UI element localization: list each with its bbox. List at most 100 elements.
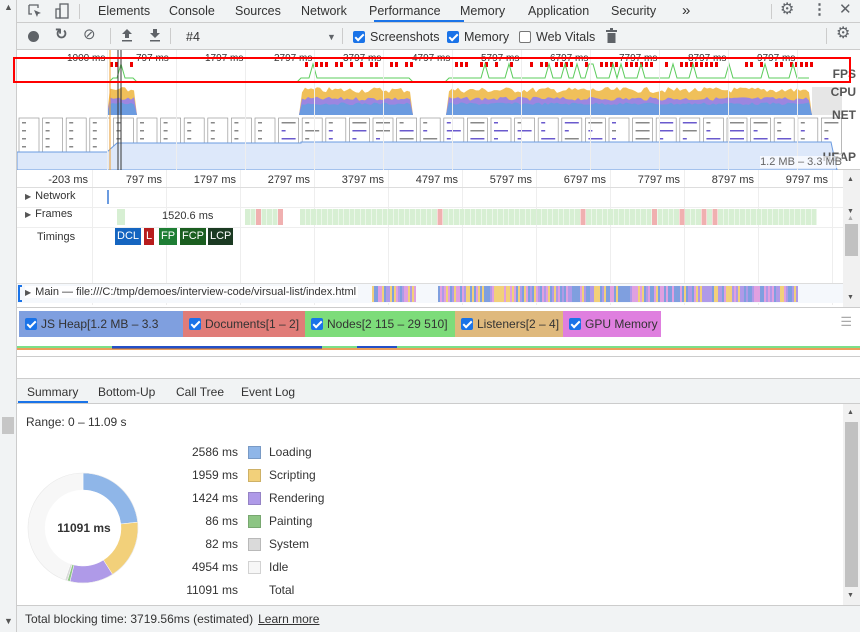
main-task	[584, 286, 586, 302]
frame-bar	[520, 209, 525, 225]
js-heap-checkbox[interactable]	[25, 318, 37, 330]
tab-elements[interactable]: Elements	[98, 4, 150, 18]
learn-more-link[interactable]: Learn more	[258, 612, 319, 626]
network-track[interactable]: ▶ Network	[17, 190, 843, 207]
legend-label: Loading	[269, 445, 312, 459]
main-task	[634, 286, 636, 302]
trash-icon[interactable]	[606, 28, 617, 46]
timing-fcp[interactable]: FCP	[180, 228, 206, 245]
time-tick: 2797 ms	[267, 174, 310, 186]
documents-checkbox[interactable]	[189, 318, 201, 330]
capture-settings-gear-icon[interactable]: ⚙	[836, 26, 850, 42]
expand-triangle-icon[interactable]: ▶	[25, 288, 31, 297]
gutter-scroll-thumb[interactable]	[2, 417, 14, 434]
timing-lcp[interactable]: LCP	[208, 228, 234, 245]
tab-memory[interactable]: Memory	[460, 4, 505, 18]
screenshots-checkbox[interactable]	[353, 31, 365, 43]
frames-track[interactable]: ▶ Frames 1520.6 ms	[17, 207, 843, 227]
more-options-icon[interactable]: ⋮	[812, 2, 827, 17]
timeline-overview[interactable]: 1000 ms 797 ms 1797 ms 2797 ms 3797 ms 4797 m…	[13, 50, 860, 170]
settings-gear-icon[interactable]: ⚙	[780, 2, 794, 18]
timeline-flamechart[interactable]: -203 ms 797 ms 1797 ms 2797 ms 3797 ms 4797 m…	[17, 170, 843, 305]
main-task	[470, 286, 472, 302]
main-task	[516, 286, 518, 302]
frame-bar	[327, 209, 333, 225]
tab-sources[interactable]: Sources	[235, 4, 281, 18]
main-task	[734, 286, 736, 302]
inspect-element-icon[interactable]	[28, 4, 42, 21]
net-label: NET	[832, 108, 856, 122]
main-thread-track[interactable]: ▶ Main — file:///C:/tmp/demoes/interview-…	[17, 283, 843, 303]
frame-bar	[806, 209, 811, 225]
main-task	[696, 286, 698, 302]
tab-application[interactable]: Application	[528, 4, 589, 18]
main-task	[786, 286, 788, 302]
counter-documents[interactable]: Documents[1 – 2]	[183, 311, 305, 337]
timing-dcl[interactable]: DCL	[115, 228, 142, 245]
tab-network[interactable]: Network	[301, 4, 347, 18]
counter-nodes[interactable]: Nodes[2 115 – 29 510]	[305, 311, 455, 337]
recording-select[interactable]: #4	[186, 30, 200, 44]
clear-icon[interactable]: ⊘	[83, 27, 96, 42]
main-task	[540, 286, 542, 302]
timing-fp[interactable]: FP	[159, 228, 178, 245]
memory-checkbox[interactable]	[447, 31, 459, 43]
hamburger-menu-icon[interactable]: ☰	[840, 314, 852, 330]
frame-bar	[580, 209, 586, 225]
total-blocking-time: Total blocking time: 3719.56ms (estimate…	[25, 612, 254, 626]
frame-bar	[377, 209, 382, 225]
frame-bar	[701, 209, 707, 225]
listeners-checkbox[interactable]	[461, 318, 473, 330]
load-profile-icon[interactable]	[121, 28, 133, 45]
frame-bar	[663, 209, 668, 225]
frame-bar	[811, 209, 817, 225]
main-task	[480, 286, 482, 302]
tab-call-tree[interactable]: Call Tree	[176, 385, 224, 399]
scroll-down-icon[interactable]: ▼	[4, 616, 13, 626]
gpu-memory-checkbox[interactable]	[569, 318, 581, 330]
main-task	[688, 286, 690, 302]
legend-row-idle: 4954 ms Idle	[167, 560, 467, 576]
tab-security[interactable]: Security	[611, 4, 656, 18]
counter-listeners[interactable]: Listeners[2 – 4]	[455, 311, 563, 337]
expand-triangle-icon[interactable]: ▶	[25, 192, 31, 201]
main-task	[680, 286, 682, 302]
close-devtools-icon[interactable]: ✕	[839, 2, 852, 17]
counter-gpu-memory[interactable]: GPU Memory	[563, 311, 661, 337]
timeline-scrollbar[interactable]: ▲ ▼ ▲ ▼	[843, 170, 860, 307]
main-task	[530, 286, 532, 302]
counter-js-heap[interactable]: JS Heap[1.2 MB – 3.3 MB]	[19, 311, 183, 357]
frame-bar	[371, 209, 377, 225]
main-task	[716, 286, 718, 302]
tab-summary[interactable]: Summary	[27, 385, 78, 399]
summary-scrollbar[interactable]: ▲ ▼	[843, 404, 860, 605]
frame-bar	[597, 209, 602, 225]
more-tabs-button[interactable]: »	[682, 2, 690, 19]
chevron-down-icon[interactable]: ▼	[327, 30, 336, 44]
tab-bottom-up[interactable]: Bottom-Up	[98, 385, 155, 399]
frame-bar	[432, 209, 437, 225]
status-footer: Total blocking time: 3719.56ms (estimate…	[17, 605, 860, 632]
main-task	[442, 286, 444, 302]
save-profile-icon[interactable]	[149, 28, 161, 45]
main-task	[744, 286, 746, 302]
nodes-checkbox[interactable]	[311, 318, 323, 330]
main-task	[686, 286, 688, 302]
device-toolbar-icon[interactable]	[55, 3, 69, 22]
main-task	[406, 286, 408, 302]
frame-bar	[311, 209, 316, 225]
counter-label: Documents[1 – 2]	[205, 317, 300, 331]
frame-bar	[635, 209, 641, 225]
reload-record-icon[interactable]: ↻	[55, 27, 68, 42]
web-vitals-checkbox[interactable]	[519, 31, 531, 43]
tab-performance[interactable]: Performance	[369, 4, 441, 18]
tab-event-log[interactable]: Event Log	[241, 385, 295, 399]
record-icon[interactable]	[28, 31, 39, 42]
frame-bar	[800, 209, 806, 225]
main-task	[782, 286, 784, 302]
scroll-up-icon[interactable]: ▲	[4, 2, 13, 12]
timing-load[interactable]: L	[144, 228, 155, 245]
panel-splitter[interactable]	[17, 357, 860, 379]
main-task	[566, 286, 568, 302]
tab-console[interactable]: Console	[169, 4, 215, 18]
